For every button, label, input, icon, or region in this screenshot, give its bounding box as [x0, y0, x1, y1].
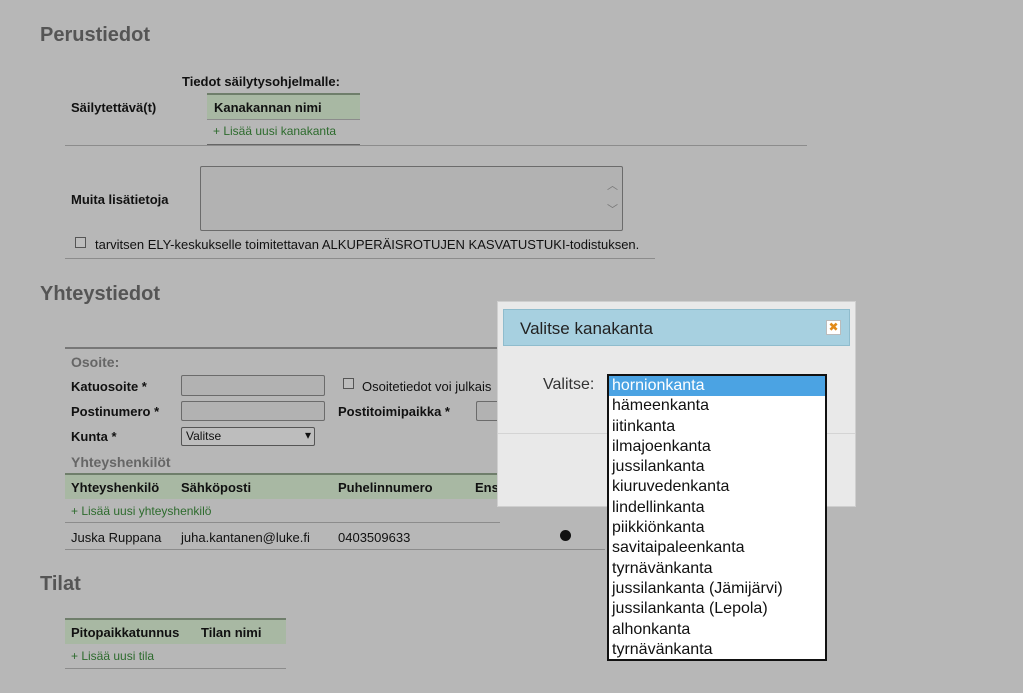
sailytettava-label: Säilytettävä(t) [71, 100, 157, 115]
kunta-select[interactable]: Valitse ▾ [181, 427, 315, 446]
tiedot-label: Tiedot säilytysohjelmalle: [182, 74, 340, 89]
col-yhteyshenkilo: Yhteyshenkilö [71, 480, 160, 495]
scroll-down-icon[interactable]: ﹀ [607, 201, 618, 217]
kanakanta-option[interactable]: hornionkanta [609, 376, 825, 397]
contact-email: juha.kantanen@luke.fi [181, 530, 310, 545]
kanakanta-option[interactable]: alhonkanta [609, 620, 825, 640]
muita-lisatietoja-label: Muita lisätietoja [71, 192, 169, 207]
osoitetiedot-julkinen-label: Osoitetiedot voi julkais [362, 379, 492, 394]
postitoimipaikka-label: Postitoimipaikka * [338, 404, 450, 419]
scroll-up-icon[interactable]: ︿ [607, 177, 618, 193]
yhteystiedot-heading: Yhteystiedot [40, 283, 161, 305]
kanakanta-option[interactable]: jussilankanta [609, 457, 825, 477]
postinumero-label: Postinumero * [71, 404, 160, 419]
kanakanta-option[interactable]: tyrnävänkanta [609, 559, 825, 579]
kunta-label: Kunta * [71, 429, 117, 444]
kanakanta-option[interactable]: hämeenkanta [609, 396, 825, 416]
close-icon[interactable]: ✖ [826, 320, 841, 335]
col-sahkoposti: Sähköposti [181, 480, 252, 495]
kanakanta-table-header: Kanakannan nimi [207, 93, 360, 119]
tilat-heading: Tilat [40, 573, 81, 595]
kanakanta-option[interactable]: savitaipaleenkanta [609, 538, 825, 558]
yhteyshenkilot-heading: Yhteyshenkilöt [71, 454, 171, 470]
contact-phone: 0403509633 [338, 530, 411, 545]
col-pitopaikkatunnus: Pitopaikkatunnus [71, 625, 180, 640]
kunta-selected-value: Valitse [186, 429, 222, 443]
kanakanta-option[interactable]: piikkiönkanta [609, 518, 825, 538]
table-row: Juska Ruppana juha.kantanen@luke.fi 0403… [65, 523, 605, 549]
kanakanta-option[interactable]: lindellinkanta [609, 498, 825, 518]
contact-name: Juska Ruppana [71, 530, 162, 545]
osoitetiedot-julkinen-checkbox[interactable] [343, 378, 354, 389]
perustiedot-heading: Perustiedot [40, 24, 151, 46]
contacts-table-header: Yhteyshenkilö Sähköposti Puhelinnumero E… [65, 473, 500, 499]
kanakanta-option[interactable]: iitinkanta [609, 417, 825, 437]
kanakanta-option[interactable]: ilmajoenkanta [609, 437, 825, 457]
valitse-label: Valitse: [543, 376, 595, 393]
kanakanta-option[interactable]: jussilankanta (Lepola) [609, 599, 825, 619]
kanakanta-name-column: Kanakannan nimi [214, 100, 322, 115]
muita-lisatietoja-textarea[interactable]: ︿ ﹀ [200, 166, 623, 231]
dialog-title: Valitse kanakanta [520, 319, 653, 338]
kanakanta-option[interactable]: tyrnävänkanta [609, 640, 825, 659]
postinumero-input[interactable] [181, 401, 325, 421]
kanakanta-listbox[interactable]: hornionkanta hämeenkanta iitinkanta ilmajoe… [607, 374, 827, 661]
chevron-down-icon: ▾ [304, 428, 311, 442]
col-tilan-nimi: Tilan nimi [201, 625, 262, 640]
add-contact-link[interactable]: + Lisää uusi yhteyshenkilö [71, 504, 211, 518]
katuosoite-label: Katuosoite * [71, 379, 147, 394]
col-ensisijainen: Ens [475, 480, 499, 495]
katuosoite-input[interactable] [181, 375, 325, 396]
kanakanta-option[interactable]: kiuruvedenkanta [609, 477, 825, 497]
tilat-table-header: Pitopaikkatunnus Tilan nimi [65, 618, 286, 644]
add-kanakanta-link[interactable]: + Lisää uusi kanakanta [213, 124, 336, 138]
dialog-title-bar[interactable]: Valitse kanakanta ✖ [503, 309, 850, 346]
osoite-heading: Osoite: [71, 354, 120, 370]
add-tila-link[interactable]: + Lisää uusi tila [71, 649, 154, 663]
ely-checkbox[interactable] [75, 237, 86, 248]
primary-contact-radio[interactable] [560, 530, 571, 541]
kanakanta-option[interactable]: jussilankanta (Jämijärvi) [609, 579, 825, 599]
ely-checkbox-label: tarvitsen ELY-keskukselle toimitettavan … [95, 237, 640, 252]
col-puhelinnumero: Puhelinnumero [338, 480, 433, 495]
